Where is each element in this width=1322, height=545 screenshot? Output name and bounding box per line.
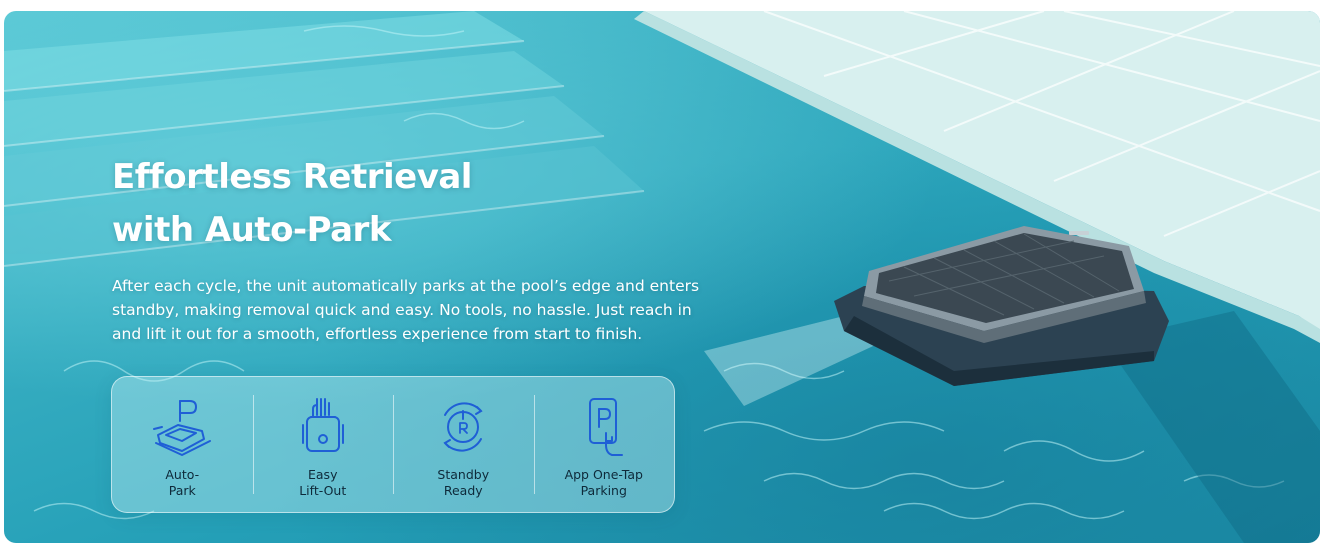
feature-easy-lift-out-label-line-1: Easy (308, 467, 338, 482)
lift-out-icon (291, 397, 355, 457)
standby-power-icon (431, 397, 495, 457)
feature-standby-ready-label-line-1: Standby (437, 467, 490, 482)
hero-banner: Effortless Retrieval with Auto-Park Afte… (4, 11, 1320, 543)
description-line-2: standby, making removal quick and easy. … (112, 301, 692, 319)
description-line-3: and lift it out for a smooth, effortless… (112, 325, 643, 343)
feature-standby-ready: Standby Ready (393, 377, 534, 512)
feature-app-one-tap-parking: App One-Tap Parking (533, 377, 675, 512)
feature-auto-park: Auto- Park (112, 377, 253, 512)
feature-auto-park-label-line-2: Park (168, 483, 196, 498)
description: After each cycle, the unit automatically… (112, 274, 752, 346)
robot-skimmer-image (834, 226, 1169, 386)
feature-standby-ready-label: Standby Ready (437, 467, 489, 499)
headline: Effortless Retrieval with Auto-Park (112, 151, 632, 257)
app-parking-icon (572, 397, 636, 457)
auto-park-icon (150, 397, 214, 457)
feature-easy-lift-out-label: Easy Lift-Out (299, 467, 346, 499)
description-line-1: After each cycle, the unit automatically… (112, 277, 700, 295)
feature-app-one-tap-parking-label-line-1: App One-Tap (564, 467, 643, 482)
feature-auto-park-label-line-1: Auto- (165, 467, 200, 482)
headline-line-1: Effortless Retrieval (112, 157, 472, 197)
feature-auto-park-label: Auto- Park (165, 467, 199, 499)
feature-app-one-tap-parking-label: App One-Tap Parking (565, 467, 643, 499)
feature-easy-lift-out: Easy Lift-Out (252, 377, 394, 512)
feature-panel: Auto- Park Easy Lift-Out Standby Ready A… (111, 376, 675, 513)
feature-app-one-tap-parking-label-line-2: Parking (580, 483, 627, 498)
feature-easy-lift-out-label-line-2: Lift-Out (299, 483, 347, 498)
headline-line-2: with Auto-Park (112, 210, 391, 250)
feature-standby-ready-label-line-2: Ready (443, 483, 483, 498)
